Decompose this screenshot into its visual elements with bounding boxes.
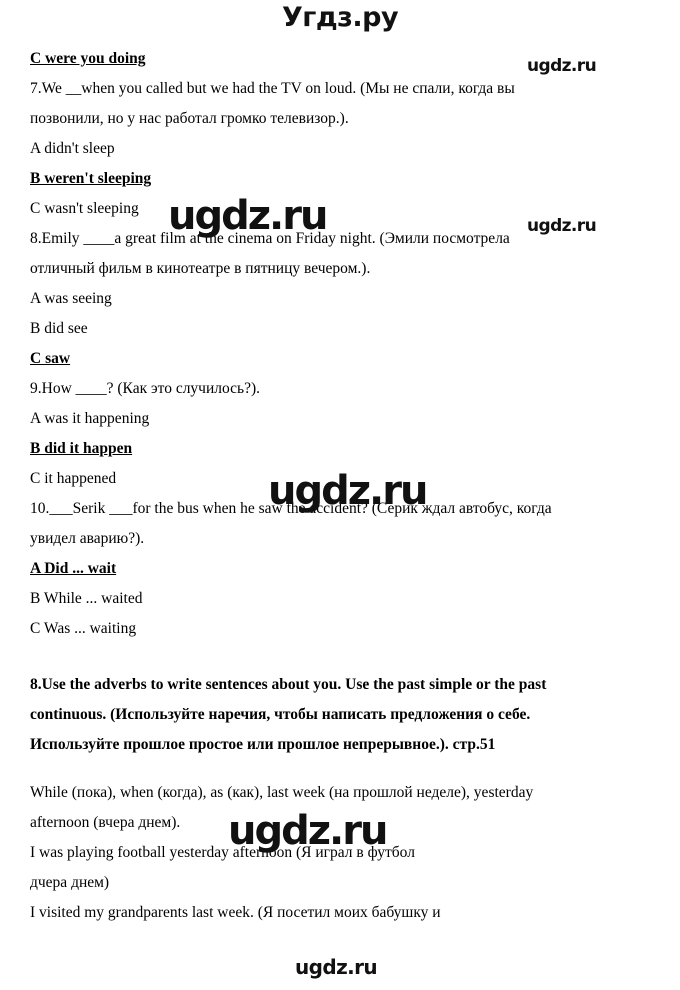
question-10-option-a: A Did ... wait	[30, 554, 652, 584]
task-8-heading-line-2: continuous. (Используйте наречия, чтобы …	[30, 706, 531, 723]
question-9-line-1: 9.How ____? (Как это случилось?).	[30, 380, 261, 397]
question-7-line-1: 7.We __when you called but we had the TV…	[30, 80, 515, 97]
answer-highlight: A Did ... wait	[30, 560, 117, 577]
watermark: ugdz.ru	[228, 808, 388, 854]
watermark: ugdz.ru	[268, 468, 428, 514]
watermark: ugdz.ru	[527, 56, 597, 76]
question-7-line-2: позвонили, но у нас работал громко телев…	[30, 110, 349, 127]
task-8-heading-line-3: Используйте прошлое простое или прошлое …	[30, 736, 496, 753]
question-8-option-a: A was seeing	[30, 290, 112, 307]
question-10-line-2: увидел аварию?).	[30, 530, 145, 547]
watermark: ugdz.ru	[168, 193, 328, 239]
site-logo: Угдз.ру	[281, 2, 399, 33]
watermark: ugdz.ru	[295, 955, 378, 979]
question-9-option-b: B did it happen	[30, 434, 652, 464]
question-9-option-a: A was it happening	[30, 410, 150, 427]
question-7-option-a: A didn't sleep	[30, 140, 115, 157]
question-8-line-2: отличный фильм в кинотеатре в пятницу ве…	[30, 260, 371, 277]
question-7-option-b: B weren't sleeping	[30, 164, 652, 194]
answer-highlight: B weren't sleeping	[30, 170, 152, 187]
task-spacer	[30, 760, 652, 778]
task-8-answer-line-2: дчера днем)	[30, 874, 110, 891]
question-10-option-b: B While ... waited	[30, 590, 143, 607]
question-8-option-c: C saw	[30, 344, 652, 374]
task-8-adverbs-line-1: While (пока), when (когда), as (как), la…	[30, 784, 534, 801]
answer-highlight: B did it happen	[30, 440, 133, 457]
question-10-option-c: C Was ... waiting	[30, 620, 137, 637]
task-8-heading-line-1: 8.Use the adverbs to write sentences abo…	[30, 676, 547, 693]
watermark: ugdz.ru	[527, 216, 597, 236]
task-8-answer-line-3: I visited my grandparents last week. (Я …	[30, 904, 441, 921]
question-8-option-b: B did see	[30, 320, 88, 337]
answer-highlight: C saw	[30, 350, 71, 367]
answer-highlight: C were you doing	[30, 50, 146, 67]
